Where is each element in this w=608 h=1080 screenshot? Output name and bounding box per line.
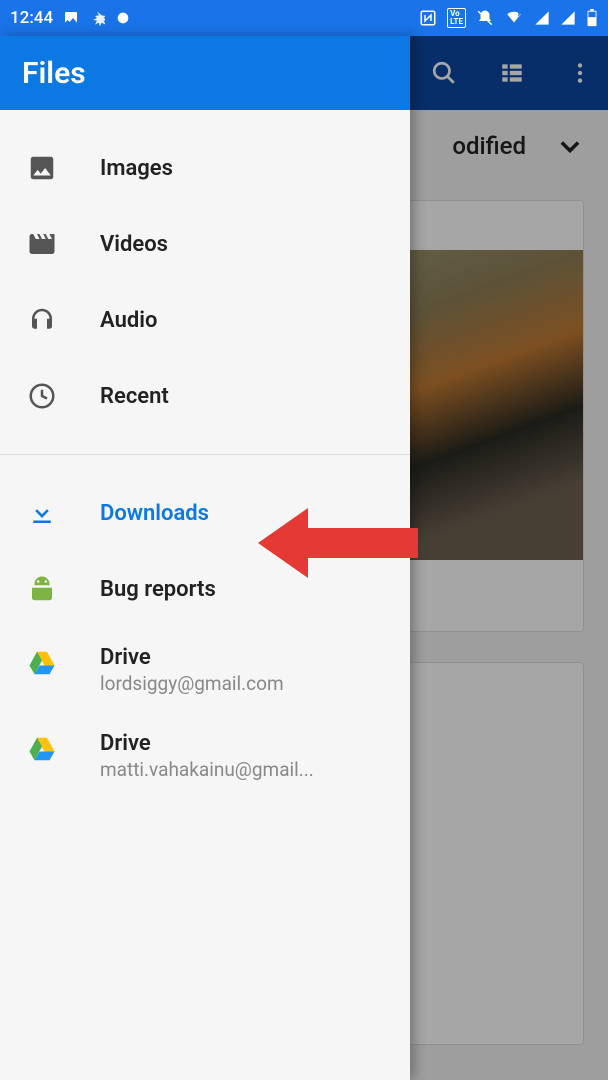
circle-icon bbox=[115, 10, 131, 26]
drive-icon bbox=[24, 731, 60, 767]
wifi-x-icon: x bbox=[504, 9, 524, 27]
sidebar-item-downloads[interactable]: Downloads bbox=[0, 475, 410, 551]
sidebar-item-label: Videos bbox=[100, 232, 168, 257]
download-icon bbox=[24, 495, 60, 531]
sidebar-item-label: Bug reports bbox=[100, 577, 216, 602]
status-bar: 12:44 VoLTE x bbox=[0, 0, 608, 36]
recent-icon bbox=[24, 378, 60, 414]
drawer-section-locations: Downloads Bug reports Drive lordsiggy@gm… bbox=[0, 455, 410, 819]
sidebar-item-drive-2[interactable]: Drive matti.vahakainu@gmail... bbox=[0, 713, 410, 799]
sidebar-item-drive-1[interactable]: Drive lordsiggy@gmail.com bbox=[0, 627, 410, 713]
sidebar-item-label: Audio bbox=[100, 308, 157, 333]
drive-icon bbox=[24, 645, 60, 681]
volte-icon: VoLTE bbox=[447, 8, 466, 28]
sidebar-item-label: Downloads bbox=[100, 501, 209, 526]
drawer-section-categories: Images Videos Audio Recent bbox=[0, 110, 410, 454]
picture-icon bbox=[63, 10, 79, 26]
status-time: 12:44 bbox=[10, 8, 53, 28]
battery-icon bbox=[586, 9, 598, 27]
pinwheel-icon bbox=[89, 10, 105, 26]
svg-text:x: x bbox=[518, 11, 522, 18]
sidebar-item-recent[interactable]: Recent bbox=[0, 358, 410, 434]
sidebar-item-bug-reports[interactable]: Bug reports bbox=[0, 551, 410, 627]
signal-icon bbox=[560, 10, 576, 26]
sidebar-item-sub: lordsiggy@gmail.com bbox=[100, 672, 284, 695]
image-icon bbox=[24, 150, 60, 186]
sidebar-item-videos[interactable]: Videos bbox=[0, 206, 410, 282]
drawer-title: Files bbox=[0, 36, 410, 110]
nav-drawer: Files Images Videos Audio Recent bbox=[0, 36, 410, 1080]
android-icon bbox=[24, 571, 60, 607]
nfc-icon bbox=[419, 9, 437, 27]
sidebar-item-label: Drive bbox=[100, 731, 314, 756]
bell-off-icon bbox=[476, 9, 494, 27]
sidebar-item-images[interactable]: Images bbox=[0, 130, 410, 206]
video-icon bbox=[24, 226, 60, 262]
signal-icon bbox=[534, 10, 550, 26]
sidebar-item-label: Images bbox=[100, 156, 173, 181]
sidebar-item-label: Recent bbox=[100, 384, 169, 409]
sidebar-item-audio[interactable]: Audio bbox=[0, 282, 410, 358]
sidebar-item-label: Drive bbox=[100, 645, 284, 670]
sidebar-item-sub: matti.vahakainu@gmail... bbox=[100, 758, 314, 781]
audio-icon bbox=[24, 302, 60, 338]
